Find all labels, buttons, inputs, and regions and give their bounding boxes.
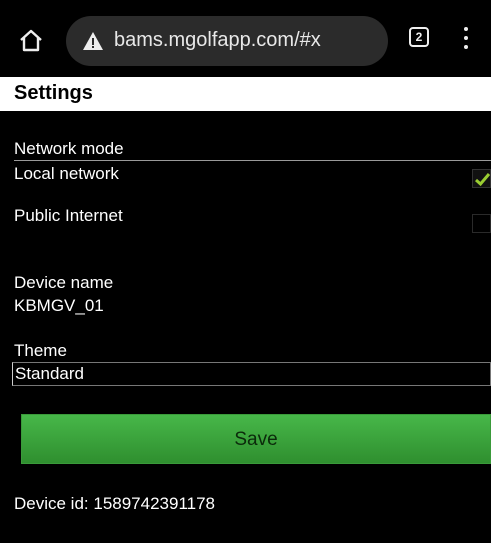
theme-label: Theme <box>14 341 67 360</box>
divider <box>14 160 491 161</box>
device-name-label: Device name <box>14 273 114 292</box>
device-id-text: Device id: 1589742391178 <box>14 494 216 513</box>
warning-icon[interactable] <box>82 30 104 52</box>
page-header: Settings <box>0 77 491 111</box>
local-network-checkbox[interactable] <box>472 169 491 188</box>
browser-toolbar: bams.mgolfapp.com/#x 2 <box>0 0 491 77</box>
address-bar[interactable]: bams.mgolfapp.com/#x <box>66 16 388 66</box>
theme-select[interactable]: Standard <box>12 362 491 386</box>
home-icon[interactable] <box>18 27 44 53</box>
public-internet-checkbox[interactable] <box>472 214 491 233</box>
network-mode-label: Network mode <box>14 139 124 158</box>
save-button[interactable]: Save <box>21 414 491 464</box>
tab-switcher-button[interactable]: 2 <box>409 27 429 47</box>
option-public-internet-label[interactable]: Public Internet <box>14 206 123 226</box>
checkmark-icon <box>475 173 491 187</box>
more-menu-icon[interactable] <box>462 27 470 53</box>
theme-select-value: Standard <box>15 364 84 383</box>
option-local-network-label[interactable]: Local network <box>14 164 119 184</box>
url-text[interactable]: bams.mgolfapp.com/#x <box>114 29 321 52</box>
page-title: Settings <box>14 82 93 104</box>
device-name-value: KBMGV_01 <box>14 296 104 315</box>
